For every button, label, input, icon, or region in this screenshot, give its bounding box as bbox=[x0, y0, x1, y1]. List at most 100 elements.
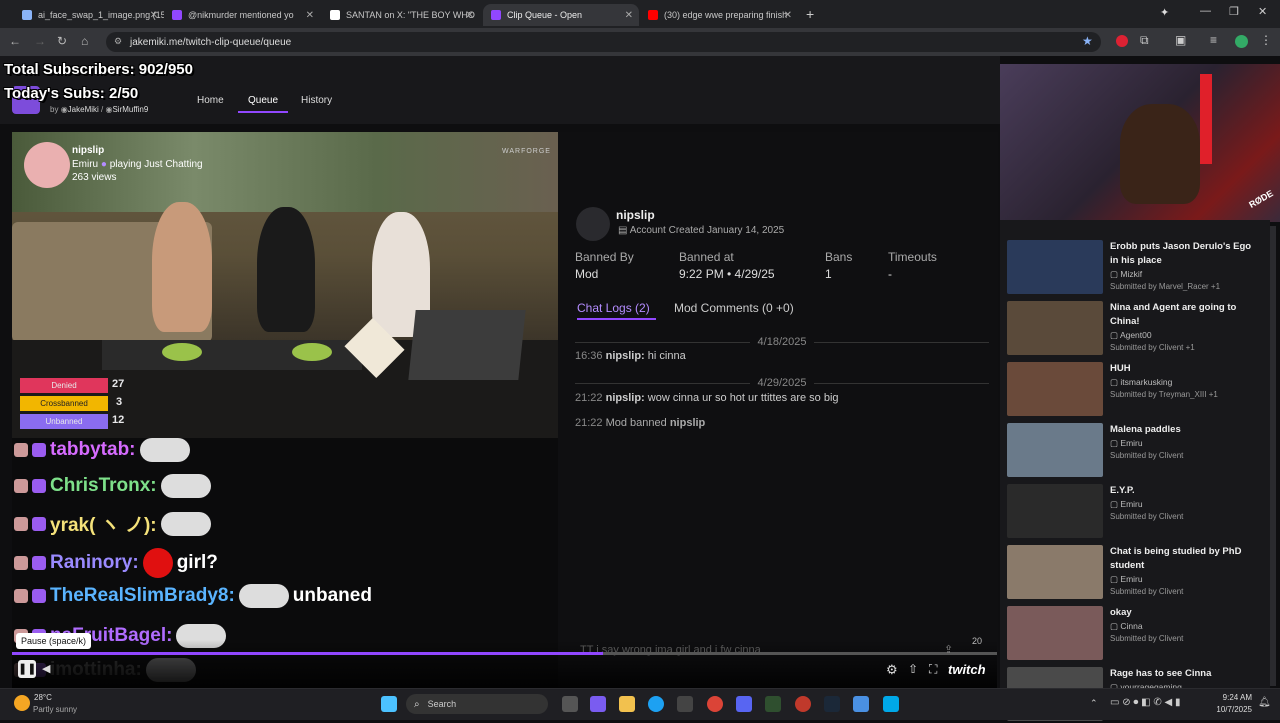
tab-chat-logs[interactable]: Chat Logs (2) bbox=[577, 301, 650, 315]
bookmark-star-icon[interactable]: ★ bbox=[1082, 34, 1093, 48]
clip-creator[interactable]: Emiru bbox=[72, 159, 98, 170]
notification-icon[interactable]: 🔔︎ bbox=[1258, 697, 1271, 708]
app-icon[interactable] bbox=[853, 696, 869, 712]
site-info-icon[interactable]: ⚙ bbox=[114, 36, 122, 47]
fullscreen-icon[interactable]: ⛶ bbox=[929, 662, 937, 677]
back-icon[interactable]: ← bbox=[9, 34, 21, 48]
close-icon[interactable]: ✕ bbox=[466, 10, 474, 21]
banned-at-label: Banned at bbox=[679, 250, 734, 264]
queue-item[interactable]: E.Y.P. ▢ Emiru Submitted by Clivent bbox=[1007, 484, 1265, 540]
terminal-icon[interactable] bbox=[765, 696, 781, 712]
browser-tab[interactable]: ai_face_swap_1_image.png (150 ✕ bbox=[14, 4, 164, 26]
upload-icon[interactable]: ⇪ bbox=[944, 643, 953, 656]
minimize-icon[interactable]: — bbox=[1200, 5, 1211, 17]
queue-item-author: ▢ Emiru bbox=[1110, 574, 1143, 584]
home-icon[interactable]: ⌂ bbox=[81, 34, 88, 48]
clock-time[interactable]: 9:24 AM bbox=[1207, 693, 1252, 702]
browser-tab[interactable]: (30) edge wwe preparing finish ✕ bbox=[640, 4, 798, 26]
clip-thumbnail[interactable] bbox=[1007, 545, 1103, 599]
copilot-icon[interactable] bbox=[590, 696, 606, 712]
player-controls bbox=[12, 640, 997, 688]
browser-tab-active[interactable]: Clip Queue - Open ✕ bbox=[483, 4, 639, 26]
banned-by-value: Mod bbox=[575, 267, 599, 281]
nav-home[interactable]: Home bbox=[197, 95, 224, 106]
watermark: WARFORGE bbox=[502, 148, 551, 155]
close-icon[interactable]: ✕ bbox=[306, 10, 314, 21]
author-link[interactable]: JakeMiki bbox=[68, 105, 99, 114]
taskbar bbox=[0, 688, 1280, 720]
queue-item-title: Chat is being studied by PhD student bbox=[1110, 546, 1242, 571]
scrollbar[interactable] bbox=[1270, 226, 1276, 686]
media-icon[interactable]: ≡ bbox=[1210, 33, 1217, 47]
menu-icon[interactable]: ⋮ bbox=[1260, 33, 1272, 47]
clip-thumbnail[interactable] bbox=[1007, 484, 1103, 538]
discord-icon[interactable] bbox=[736, 696, 752, 712]
user-avatar-badge bbox=[14, 556, 28, 570]
chrome-icon[interactable] bbox=[707, 696, 723, 712]
close-icon[interactable]: ✕ bbox=[625, 10, 633, 21]
clip-thumbnail[interactable] bbox=[1007, 423, 1103, 477]
extension-icon[interactable] bbox=[1116, 35, 1128, 47]
close-icon[interactable]: ✕ bbox=[150, 10, 158, 21]
profile-avatar[interactable] bbox=[1235, 35, 1248, 48]
tray-icons[interactable]: ▭ ⊘ ⏺ ◧ ✆ ◀ ▮ bbox=[1110, 697, 1181, 708]
window-close-icon[interactable]: ✕ bbox=[1258, 5, 1267, 18]
close-icon[interactable]: ✕ bbox=[784, 10, 792, 21]
queue-item[interactable]: Chat is being studied by PhD student ▢ Em… bbox=[1007, 545, 1265, 601]
account-created: ▤ Account Created January 14, 2025 bbox=[618, 225, 785, 236]
clip-thumbnail[interactable] bbox=[1007, 301, 1103, 355]
clip-thumbnail[interactable] bbox=[1007, 240, 1103, 294]
queue-item[interactable]: Malena paddles ▢ Emiru Submitted by Cliven… bbox=[1007, 423, 1265, 479]
weather-desc: Partly sunny bbox=[33, 705, 78, 714]
volume-icon[interactable]: ◀ bbox=[42, 662, 50, 675]
sparkle-icon[interactable]: ✦ bbox=[1160, 6, 1169, 19]
tray-chevron-icon[interactable]: ⌃ bbox=[1090, 698, 1098, 709]
clip-thumbnail[interactable] bbox=[1007, 606, 1103, 660]
app-icon[interactable] bbox=[883, 696, 899, 712]
forward-icon[interactable]: → bbox=[34, 34, 46, 48]
task-view-icon[interactable] bbox=[562, 696, 578, 712]
queue-item[interactable]: okay ▢ Cinna Submitted by Clivent bbox=[1007, 606, 1265, 662]
app-icon[interactable] bbox=[795, 696, 811, 712]
browser-tab[interactable]: SANTAN on X: "THE BOY WHO ✕ bbox=[322, 4, 480, 26]
mod-action-line: 21:22 Mod banned nipslip bbox=[575, 417, 706, 429]
nav-queue[interactable]: Queue bbox=[248, 95, 278, 106]
settings-icon[interactable]: ⚙ bbox=[886, 662, 898, 678]
queue-item-author: ▢ Emiru bbox=[1110, 438, 1143, 448]
windows-start-icon[interactable] bbox=[381, 696, 397, 712]
queue-item-submitter: Submitted by Treyman_XIII +1 bbox=[1110, 390, 1218, 399]
maximize-icon[interactable]: ❐ bbox=[1229, 5, 1239, 18]
queue-item[interactable]: Nina and Agent are going to China! ▢ Agen… bbox=[1007, 301, 1265, 357]
url-field[interactable]: ⚙ jakemiki.me/twitch-clip-queue/queue bbox=[106, 32, 1101, 52]
clock-date[interactable]: 10/7/2025 bbox=[1207, 705, 1252, 714]
pause-button[interactable]: ❚❚ bbox=[18, 660, 36, 678]
new-tab-icon[interactable]: + bbox=[806, 6, 814, 22]
sidepanel-icon[interactable]: ▣ bbox=[1175, 33, 1186, 47]
queue-item[interactable]: Erobb puts Jason Derulo's Ego in his pla… bbox=[1007, 240, 1265, 296]
share-icon[interactable]: ⇧ bbox=[908, 662, 918, 676]
taskbar-search[interactable]: ⌕ Search bbox=[406, 694, 548, 714]
chat-log-line: 21:22 nipslip: wow cinna ur so hot ur tt… bbox=[575, 392, 839, 404]
author-link[interactable]: SirMuffin9 bbox=[112, 105, 148, 114]
stat-unbanned-label: Unbanned bbox=[20, 414, 108, 429]
reload-icon[interactable]: ↻ bbox=[57, 34, 67, 48]
mod-username[interactable]: nipslip bbox=[616, 208, 655, 222]
browser-tab[interactable]: @nikmurder mentioned yo ✕ bbox=[164, 4, 320, 26]
clip-channel[interactable]: nipslip bbox=[72, 145, 104, 156]
tab-mod-comments[interactable]: Mod Comments (0 +0) bbox=[674, 301, 794, 315]
steam-icon[interactable] bbox=[824, 696, 840, 712]
queue-item-title: Rage has to see Cinna bbox=[1110, 668, 1212, 679]
file-explorer-icon[interactable] bbox=[619, 696, 635, 712]
queue-item-author: ▢ Mizkif bbox=[1110, 269, 1143, 279]
weather-temp[interactable]: 28°C bbox=[34, 693, 52, 702]
chat-username: Raninory: bbox=[50, 552, 139, 573]
puzzle-icon[interactable]: ⧉ bbox=[1140, 33, 1149, 48]
nav-history[interactable]: History bbox=[301, 95, 332, 106]
plate bbox=[162, 343, 202, 361]
edge-icon[interactable] bbox=[648, 696, 664, 712]
clip-thumbnail[interactable] bbox=[1007, 362, 1103, 416]
channel-avatar[interactable] bbox=[24, 142, 70, 188]
twitch-logo[interactable]: twitch bbox=[948, 662, 986, 677]
queue-item[interactable]: HUH ▢ itsmarkusking Submitted by Treyman_X… bbox=[1007, 362, 1265, 418]
store-icon[interactable] bbox=[677, 696, 693, 712]
